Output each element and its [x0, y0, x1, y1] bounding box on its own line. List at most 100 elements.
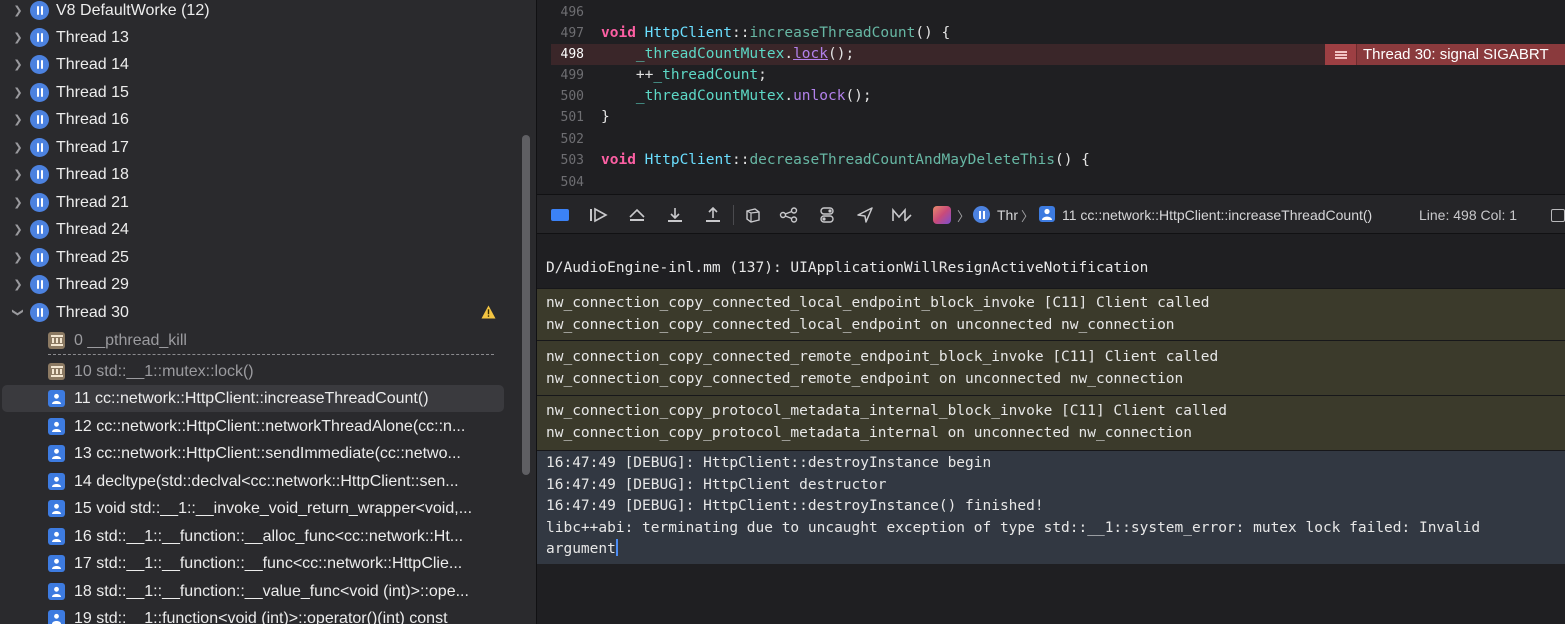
chevron-down-icon[interactable]: ❯ — [5, 308, 32, 318]
metal-icon — [892, 207, 912, 222]
error-list-icon[interactable] — [1325, 44, 1357, 65]
thread-row[interactable]: ❯ Thread 14 — [0, 51, 520, 78]
stack-frame-row[interactable]: 10 std::__1::mutex::lock() — [0, 358, 520, 385]
cursor-position-readout: Line: 498 Col: 1 — [1419, 207, 1518, 223]
stack-frame-row[interactable]: 17 std::__1::__function::__func<cc::netw… — [0, 550, 520, 577]
chevron-right-icon[interactable]: ❯ — [13, 216, 23, 243]
thread-row[interactable]: ❯ V8 DefaultWorke (12) — [0, 0, 520, 24]
thread-icon — [30, 165, 49, 184]
warning-icon[interactable] — [481, 305, 496, 319]
toggles-icon — [820, 207, 834, 223]
thread-row[interactable]: ❯ Thread 15 — [0, 79, 520, 106]
stack-frame-row[interactable]: 13 cc::network::HttpClient::sendImmediat… — [0, 440, 520, 467]
console-log-entry-active: 16:47:49 [DEBUG]: HttpClient::destroyIns… — [537, 451, 1565, 564]
frame-label: 17 std::__1::__function::__func<cc::netw… — [74, 554, 463, 572]
code-call: unlock — [793, 88, 846, 104]
thread-label: Thread 21 — [56, 193, 129, 211]
stack-frame-row[interactable]: 12 cc::network::HttpClient::networkThrea… — [0, 413, 520, 440]
chevron-right-icon[interactable]: ❯ — [13, 106, 23, 133]
step-out-icon — [706, 207, 720, 222]
step-into-button[interactable] — [665, 205, 685, 225]
chevron-right-icon[interactable]: ❯ — [13, 0, 23, 24]
thread-row[interactable]: ❯ Thread 13 — [0, 24, 520, 51]
stack-frame-row[interactable]: 16 std::__1::__function::__alloc_func<cc… — [0, 523, 520, 550]
step-over-icon — [629, 208, 645, 221]
chevron-right-icon[interactable]: ❯ — [13, 271, 23, 298]
user-code-icon — [48, 445, 65, 462]
breadcrumb-thread[interactable]: Thr — [997, 205, 1018, 225]
chevron-right-icon[interactable]: ❯ — [13, 161, 23, 188]
stack-frame-row[interactable]: 14 decltype(std::declval<cc::network::Ht… — [0, 468, 520, 495]
text-cursor — [615, 539, 618, 556]
code-line: 502 — [537, 129, 1565, 150]
crash-annotation-badge[interactable]: Thread 30: signal SIGABRT — [1325, 44, 1565, 65]
frames-collapsed-separator — [48, 354, 494, 355]
breakpoint-icon — [551, 209, 569, 221]
thread-label: Thread 14 — [56, 55, 129, 73]
chevron-right-icon[interactable]: ❯ — [13, 79, 23, 106]
code-line: 504 — [537, 172, 1565, 193]
thread-row[interactable]: ❯ Thread 17 — [0, 134, 520, 161]
code-scope: :: — [731, 152, 750, 168]
memory-graph-button[interactable] — [779, 205, 799, 225]
user-code-icon — [48, 583, 65, 600]
thread-row[interactable]: ❯ Thread 29 — [0, 271, 520, 298]
continue-button[interactable] — [589, 205, 609, 225]
navigator-scrollbar[interactable] — [522, 135, 530, 475]
console-log-entry-warning: nw_connection_copy_connected_local_endpo… — [537, 289, 1565, 340]
environment-overrides-button[interactable] — [817, 205, 837, 225]
breadcrumb-frame[interactable]: 11 cc::network::HttpClient::increaseThre… — [1062, 205, 1372, 225]
line-number: 502 — [560, 132, 584, 147]
chevron-right-icon[interactable]: ❯ — [13, 24, 23, 51]
step-out-button[interactable] — [703, 205, 723, 225]
metal-capture-button[interactable] — [891, 205, 913, 225]
step-over-button[interactable] — [627, 205, 647, 225]
user-code-icon — [48, 473, 65, 490]
stack-frame-row-selected[interactable]: 11 cc::network::HttpClient::increaseThre… — [2, 385, 504, 412]
code-line: 496 — [537, 2, 1565, 23]
code-punct: ; — [758, 67, 767, 83]
user-code-icon — [48, 500, 65, 517]
stack-frame-row[interactable]: 0 __pthread_kill — [0, 327, 520, 354]
stack-frame-row[interactable]: 19 std::__1::function<void (int)>::opera… — [0, 605, 520, 624]
thread-icon — [30, 28, 49, 47]
code-keyword: void — [601, 152, 636, 168]
thread-row[interactable]: ❯ Thread 18 — [0, 161, 520, 188]
thread-label: Thread 15 — [56, 83, 129, 101]
thread-row[interactable]: ❯ Thread 21 — [0, 189, 520, 216]
chevron-right-icon[interactable]: ❯ — [13, 189, 23, 216]
stack-frame-row[interactable]: 15 void std::__1::__invoke_void_return_w… — [0, 495, 520, 522]
thread-icon — [30, 83, 49, 102]
thread-row[interactable]: ❯ Thread 24 — [0, 216, 520, 243]
console-log-text: 16:47:49 [DEBUG]: HttpClient::destroyIns… — [546, 455, 1481, 557]
code-scope: :: — [731, 25, 750, 41]
frame-label: 11 cc::network::HttpClient::increaseThre… — [74, 389, 429, 407]
thread-row-expanded[interactable]: ❯ Thread 30 — [0, 299, 520, 326]
chevron-right-icon[interactable]: ❯ — [13, 244, 23, 271]
stack-frame-row[interactable]: 18 std::__1::__function::__value_func<vo… — [0, 578, 520, 605]
code-text: } — [601, 109, 610, 125]
simulate-location-button[interactable] — [855, 205, 875, 225]
debug-view-hierarchy-button[interactable] — [743, 205, 763, 225]
continue-icon — [590, 207, 608, 223]
debug-toolbar: 〉 Thr 〉 11 cc::network::HttpClient::incr… — [537, 194, 1565, 234]
toggle-breakpoints-button[interactable] — [551, 205, 569, 225]
code-member: _threadCount — [653, 67, 759, 83]
debug-console[interactable]: D/AudioEngine-inl.mm (137): UIApplicatio… — [537, 235, 1565, 624]
system-library-icon — [48, 363, 65, 380]
chevron-right-icon[interactable]: ❯ — [13, 51, 23, 78]
thread-icon — [30, 193, 49, 212]
thread-row[interactable]: ❯ Thread 16 — [0, 106, 520, 133]
thread-row[interactable]: ❯ Thread 25 — [0, 244, 520, 271]
code-line: 500 _threadCountMutex.unlock(); — [537, 86, 1565, 107]
console-layout-button[interactable] — [1551, 205, 1565, 225]
crash-annotation-text: Thread 30: signal SIGABRT — [1363, 46, 1549, 63]
thread-label: Thread 16 — [56, 110, 129, 128]
source-editor[interactable]: 496 497 void HttpClient::increaseThreadC… — [537, 0, 1565, 194]
chevron-right-icon[interactable]: ❯ — [13, 134, 23, 161]
user-code-icon — [48, 418, 65, 435]
app-target-icon[interactable] — [933, 206, 951, 224]
user-code-icon — [48, 555, 65, 572]
code-function: increaseThreadCount — [749, 25, 916, 41]
